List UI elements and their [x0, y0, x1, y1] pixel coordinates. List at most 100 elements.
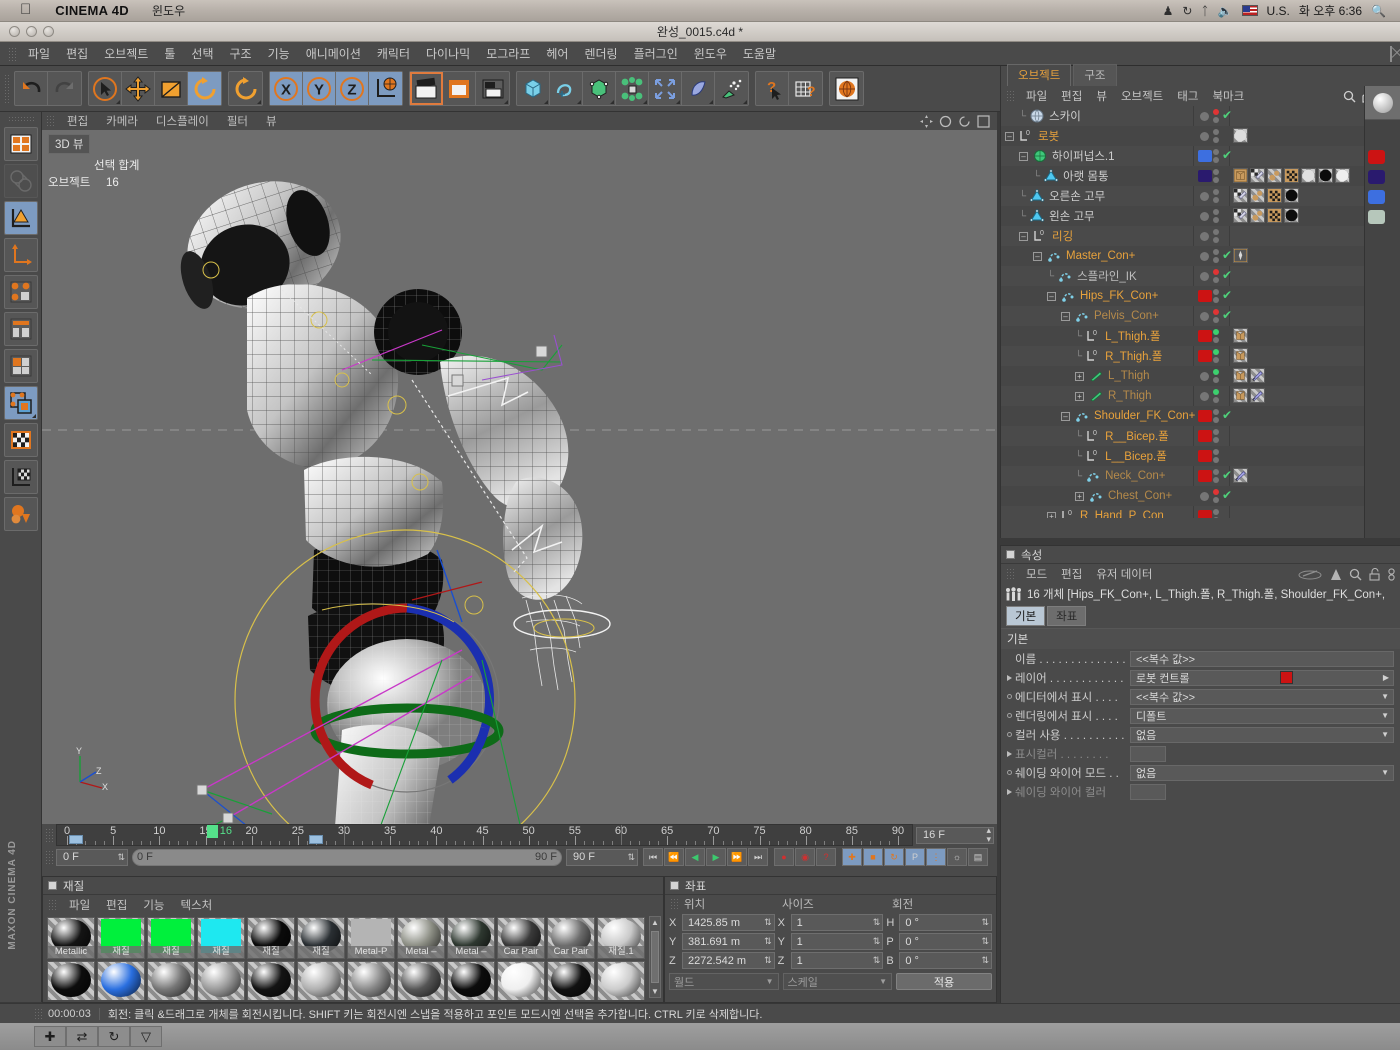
object-name-label[interactable]: L_Thigh: [1108, 370, 1150, 382]
flyout-corner-icon[interactable]: [643, 100, 647, 104]
material-thumbnail[interactable]: 재질: [197, 917, 245, 959]
visibility-dot[interactable]: [1200, 372, 1209, 381]
attribute-menu-userdata[interactable]: 유저 데이터: [1089, 566, 1159, 582]
position-y-field[interactable]: 381.691 m ⇅: [682, 933, 775, 950]
menu-edit[interactable]: 편집: [58, 45, 96, 62]
pan-view-icon[interactable]: [920, 114, 933, 128]
material-thumbnail[interactable]: [547, 961, 595, 1000]
spinner-arrows-icon[interactable]: ⇅: [981, 917, 989, 928]
play-forward-icon[interactable]: ▶: [706, 848, 726, 866]
panel-icon[interactable]: [48, 881, 57, 890]
enabled-check-icon[interactable]: ✔: [1222, 288, 1232, 302]
chevron-down-icon[interactable]: ▼: [1381, 730, 1391, 739]
size-x-field[interactable]: 1 ⇅: [790, 914, 884, 931]
object-name-label[interactable]: 왼손 고무: [1049, 208, 1095, 224]
layer-preview[interactable]: [1365, 86, 1400, 120]
material-thumbnail[interactable]: Metal-P: [347, 917, 395, 959]
editor-visibility-dot[interactable]: [1213, 189, 1219, 195]
texture-icon[interactable]: [1233, 188, 1248, 203]
menu-file[interactable]: 파일: [20, 45, 58, 62]
layer-color-chip[interactable]: [1198, 470, 1212, 482]
layer-color-chip[interactable]: [1198, 510, 1212, 518]
range-start-field[interactable]: 0 F ⇅: [56, 848, 128, 866]
checker-icon[interactable]: [1267, 208, 1282, 223]
layout-box-icon[interactable]: [1390, 45, 1392, 62]
texture-axis-icon[interactable]: [3, 460, 38, 494]
viewport-grip-handle[interactable]: [46, 115, 54, 127]
layer-color-chip[interactable]: [1198, 290, 1212, 302]
render-visibility-dot[interactable]: [1213, 437, 1219, 443]
object-row-label-area[interactable]: └ 0 L__Bicep.폴: [1001, 448, 1167, 464]
visibility-dots[interactable]: [1213, 209, 1219, 223]
visibility-dots[interactable]: [1213, 429, 1219, 443]
material-menu-edit[interactable]: 편집: [98, 897, 135, 913]
chevron-down-icon[interactable]: ▼: [766, 977, 774, 986]
point-mode-icon[interactable]: [3, 275, 38, 309]
object-name-label[interactable]: R_Thigh: [1108, 390, 1151, 402]
editor-visibility-dot[interactable]: [1213, 449, 1219, 455]
spinner-arrows-icon[interactable]: ⇅: [621, 852, 635, 862]
layer-swatch-list[interactable]: [1365, 120, 1400, 224]
object-name-label[interactable]: 스플라인_IK: [1077, 268, 1137, 284]
material-menu-file[interactable]: 파일: [61, 897, 98, 913]
constraint-icon[interactable]: [1233, 348, 1248, 363]
editor-visibility-dot[interactable]: [1213, 229, 1219, 235]
editor-visibility-dot[interactable]: [1213, 129, 1219, 135]
material-thumbnail[interactable]: 재질: [147, 917, 195, 959]
spinner-arrows-icon[interactable]: ⇅: [873, 955, 881, 966]
visibility-dots[interactable]: [1213, 309, 1219, 323]
input-source-label[interactable]: U.S.: [1267, 4, 1290, 18]
search-icon[interactable]: 🔍: [1371, 4, 1386, 18]
object-tree-row[interactable]: └ 0 L_Thigh.폴: [1001, 326, 1400, 346]
visibility-dots[interactable]: [1213, 269, 1219, 283]
object-name-label[interactable]: Neck_Con+: [1105, 470, 1165, 482]
editor-visibility-dot[interactable]: [1213, 369, 1219, 375]
render-visibility-dot[interactable]: [1213, 317, 1219, 323]
render-settings-icon[interactable]: [476, 72, 509, 105]
attribute-menu-edit[interactable]: 편집: [1054, 566, 1089, 582]
flyout-corner-icon[interactable]: [743, 100, 747, 104]
layer-color-chip[interactable]: [1198, 450, 1212, 462]
ik-icon[interactable]: [1250, 388, 1265, 403]
render-visibility-dot[interactable]: [1213, 337, 1219, 343]
editor-visibility-dot[interactable]: [1213, 249, 1219, 255]
object-name-label[interactable]: Chest_Con+: [1108, 490, 1172, 502]
dot-pair-icon[interactable]: [1267, 168, 1282, 183]
object-tree-row[interactable]: – 하이퍼넙스.1 ✔: [1001, 146, 1400, 166]
render-visibility-dot[interactable]: [1213, 517, 1219, 518]
status-grip-handle[interactable]: [34, 1007, 42, 1020]
material-thumbnail[interactable]: Metal –: [397, 917, 445, 959]
object-name-label[interactable]: Master_Con+: [1066, 250, 1135, 262]
render-visibility-dot[interactable]: [1213, 277, 1219, 283]
flyout-corner-icon[interactable]: [544, 100, 548, 104]
go-to-end-icon[interactable]: ⏭: [748, 848, 768, 866]
flyout-corner-icon[interactable]: [504, 100, 508, 104]
material-menu-function[interactable]: 기능: [135, 897, 172, 913]
chevron-down-icon[interactable]: ▼: [1381, 711, 1391, 720]
editor-visibility-dot[interactable]: [1213, 169, 1219, 175]
object-row-label-area[interactable]: └ 오른손 고무: [1001, 188, 1105, 204]
menu-window[interactable]: 윈도우: [686, 45, 735, 62]
expand-icon[interactable]: +: [1075, 371, 1084, 381]
visibility-dots[interactable]: [1213, 449, 1219, 463]
expand-triangle-icon[interactable]: [1007, 750, 1012, 757]
position-z-field[interactable]: 2272.542 m ⇅: [682, 952, 775, 969]
rotate-alt-icon[interactable]: [229, 72, 262, 105]
material-grid[interactable]: Metallic 재질 재질 재질 재질 재질 Metal-P Metal – Metal – C…: [43, 914, 663, 1000]
layer-color-swatch[interactable]: [1279, 671, 1293, 684]
object-tree-row[interactable]: – Master_Con+ ✔: [1001, 246, 1400, 266]
object-name-label[interactable]: Shoulder_FK_Con+: [1094, 410, 1195, 422]
visibility-dot[interactable]: [1200, 392, 1209, 401]
spinner-arrows-icon[interactable]: ⇅: [764, 955, 772, 966]
visibility-dots[interactable]: [1213, 349, 1219, 363]
object-row-label-area[interactable]: +0 R_Hand_P_Con: [1001, 509, 1164, 518]
material-scrollbar[interactable]: ▲ ▼: [649, 916, 661, 998]
menu-functions[interactable]: 기능: [260, 45, 298, 62]
layer-swatch[interactable]: [1368, 210, 1385, 224]
enabled-check-icon[interactable]: ✔: [1222, 148, 1232, 162]
object-name-label[interactable]: 아랫 몸통: [1063, 168, 1109, 184]
timeline-playhead[interactable]: [206, 825, 218, 838]
workplane-icon[interactable]: [3, 497, 38, 531]
menu-hair[interactable]: 헤어: [538, 45, 576, 62]
object-name-label[interactable]: L_Thigh.폴: [1105, 328, 1160, 344]
